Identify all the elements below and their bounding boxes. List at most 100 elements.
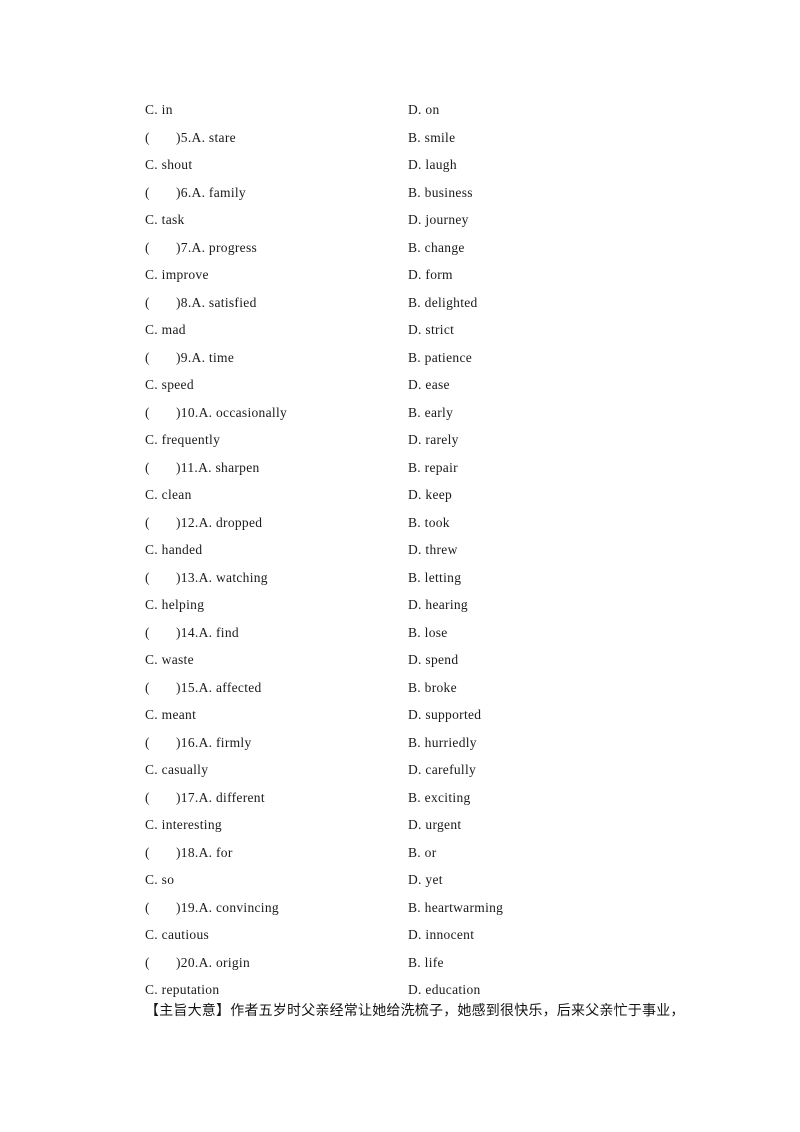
option-d: D. yet	[408, 872, 443, 887]
answer-blank-paren-open: (	[145, 294, 150, 310]
question-line: ()8.A. satisfied B. delighted	[145, 289, 765, 317]
option-c: C. meant	[145, 707, 197, 722]
question-line: ()11.A. sharpen B. repair	[145, 454, 765, 482]
answer-blank-row: ()5.A. stare	[145, 124, 236, 152]
question-line: ()14.A. find B. lose	[145, 619, 765, 647]
answer-blank-paren-open: (	[145, 514, 150, 530]
question-line: ()20.A. origin B. life	[145, 949, 765, 977]
option-d: D. threw	[408, 542, 458, 557]
question-line: ()15.A. affected B. broke	[145, 674, 765, 702]
option-c: C. clean	[145, 487, 192, 502]
option-c: C. waste	[145, 652, 194, 667]
option-d: D. rarely	[408, 432, 459, 447]
option-d: D. hearing	[408, 597, 468, 612]
question-line: ()19.A. convincing B. heartwarming	[145, 894, 765, 922]
question-line: ()12.A. dropped B. took	[145, 509, 765, 537]
option-a: A. affected	[198, 679, 262, 695]
option-d: D. urgent	[408, 817, 462, 832]
option-a: A. find	[198, 624, 239, 640]
question-number: 6.	[180, 184, 192, 200]
answer-blank-paren-open: (	[145, 899, 150, 915]
question-line: ()7.A. progress B. change	[145, 234, 765, 262]
answer-blank-paren-open: (	[145, 844, 150, 860]
question-number: 7.	[180, 239, 192, 255]
answer-blank-row: ()7.A. progress	[145, 234, 257, 262]
answer-blank-paren-open: (	[145, 954, 150, 970]
answer-blank-row: ()16.A. firmly	[145, 729, 252, 757]
question-line: C. so D. yet	[145, 866, 765, 894]
question-line: ()9.A. time B. patience	[145, 344, 765, 372]
question-number: 15.	[180, 679, 199, 695]
question-line: C. shout D. laugh	[145, 151, 765, 179]
option-c: C. mad	[145, 322, 186, 337]
option-c: C. frequently	[145, 432, 221, 447]
question-number: 5.	[180, 129, 192, 145]
answer-blank-row: ()18.A. for	[145, 839, 233, 867]
answer-blank-paren-open: (	[145, 569, 150, 585]
question-line: C. frequently D. rarely	[145, 426, 765, 454]
option-b: B. early	[408, 404, 454, 420]
question-line: C. mad D. strict	[145, 316, 765, 344]
question-line: C. waste D. spend	[145, 646, 765, 674]
option-d: D. innocent	[408, 927, 475, 942]
option-a: A. satisfied	[191, 294, 257, 310]
question-number: 12.	[180, 514, 199, 530]
question-number: 19.	[180, 899, 199, 915]
option-a: A. stare	[191, 129, 236, 145]
option-c: C. improve	[145, 267, 209, 282]
question-line: C. in D. on	[145, 96, 765, 124]
option-c: C. in	[145, 102, 173, 117]
option-a: A. dropped	[198, 514, 263, 530]
option-a: A. progress	[191, 239, 258, 255]
question-line: C. task D. journey	[145, 206, 765, 234]
option-d: D. form	[408, 267, 453, 282]
option-d: D. strict	[408, 322, 455, 337]
question-number: 20.	[180, 954, 199, 970]
answer-blank-row: ()11.A. sharpen	[145, 454, 260, 482]
answer-blank-row: ()8.A. satisfied	[145, 289, 257, 317]
option-d: D. supported	[408, 707, 482, 722]
answer-blank-paren-open: (	[145, 679, 150, 695]
question-line: C. clean D. keep	[145, 481, 765, 509]
answer-blank-paren-open: (	[145, 734, 150, 750]
answer-blank-row: ()19.A. convincing	[145, 894, 279, 922]
question-number: 16.	[180, 734, 199, 750]
question-line: ()13.A. watching B. letting	[145, 564, 765, 592]
option-b: B. lose	[408, 624, 448, 640]
answer-blank-paren-open: (	[145, 789, 150, 805]
option-b: B. repair	[408, 459, 458, 475]
option-a: A. different	[198, 789, 265, 805]
question-line: ()16.A. firmly B. hurriedly	[145, 729, 765, 757]
option-c: C. speed	[145, 377, 194, 392]
question-line: ()18.A. for B. or	[145, 839, 765, 867]
option-c: C. interesting	[145, 817, 222, 832]
option-b: B. smile	[408, 129, 456, 145]
answer-blank-row: ()13.A. watching	[145, 564, 268, 592]
option-d: D. spend	[408, 652, 459, 667]
question-line: ()17.A. different B. exciting	[145, 784, 765, 812]
option-d: D. laugh	[408, 157, 457, 172]
question-number: 9.	[180, 349, 192, 365]
answer-blank-paren-open: (	[145, 624, 150, 640]
question-line: C. cautious D. innocent	[145, 921, 765, 949]
option-c: C. cautious	[145, 927, 210, 942]
answer-blank-row: ()12.A. dropped	[145, 509, 262, 537]
option-b: B. change	[408, 239, 465, 255]
option-c: C. casually	[145, 762, 209, 777]
option-a: A. for	[198, 844, 233, 860]
question-line: C. casually D. carefully	[145, 756, 765, 784]
option-c: C. so	[145, 872, 175, 887]
summary-note: 【主旨大意】作者五岁时父亲经常让她给洗梳子，她感到很快乐，后来父亲忙于事业，	[145, 1003, 685, 1019]
option-a: A. origin	[198, 954, 251, 970]
option-b: B. business	[408, 184, 473, 200]
answer-blank-paren-open: (	[145, 459, 150, 475]
option-c: C. handed	[145, 542, 203, 557]
option-a: A. convincing	[198, 899, 279, 915]
question-number: 13.	[180, 569, 199, 585]
option-b: B. patience	[408, 349, 473, 365]
question-line: ()5.A. stare B. smile	[145, 124, 765, 152]
answer-blank-paren-open: (	[145, 239, 150, 255]
question-line: C. speed D. ease	[145, 371, 765, 399]
document-page: C. in D. on ()5.A. stare B. smile C. shout D.…	[0, 0, 800, 1132]
question-list: C. in D. on ()5.A. stare B. smile C. shout D.…	[145, 96, 765, 1004]
